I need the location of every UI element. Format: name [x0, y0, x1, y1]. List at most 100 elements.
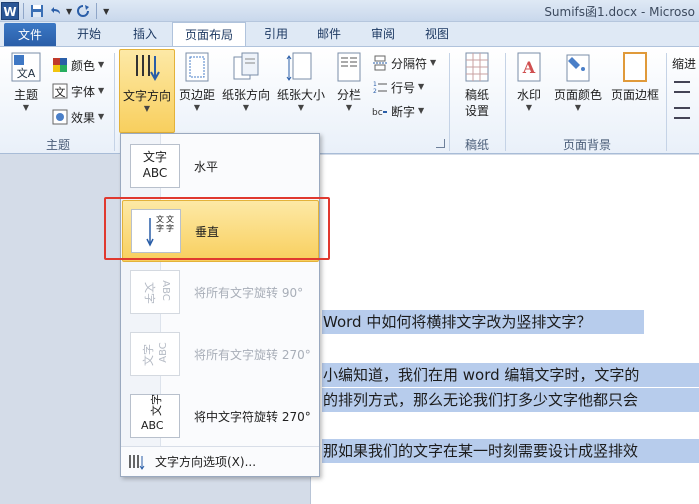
chevron-down-icon: ▼ — [418, 106, 425, 115]
breaks-label: 分隔符 — [391, 56, 428, 71]
watermark-icon: A — [517, 52, 541, 82]
text-direction-small-icon — [129, 455, 145, 470]
document-heading[interactable]: Word 中如何将横排文字改为竖排文字？ — [323, 311, 591, 333]
theme-effects-button[interactable]: 效果 ▼ — [52, 107, 104, 127]
document-paragraph-line[interactable]: 那如果我们的文字在某一时刻需要设计成竖排效 — [323, 440, 638, 462]
icon-text-latin: ABC — [159, 280, 171, 301]
breaks-button[interactable]: 分隔符 ▼ — [372, 53, 436, 73]
icon-text-cjk: 文字 — [143, 282, 156, 304]
theme-colors-button[interactable]: 颜色 ▼ — [52, 55, 104, 75]
indent-label: 缩进 — [672, 56, 697, 71]
ribbon: 文A 主题 ▼ 颜色 ▼ 文 字体 ▼ 效果 ▼ 主题 文字方向 ▼ 页边距 ▼ — [0, 46, 699, 154]
group-label-themes: 主题 — [45, 138, 70, 152]
chevron-down-icon: ▼ — [143, 104, 151, 113]
menu-item-horizontal[interactable]: 文字 ABC 水平 — [122, 136, 319, 198]
manuscript-label-line2: 设置 — [464, 104, 489, 118]
chevron-down-icon: ▼ — [297, 103, 305, 112]
orientation-button[interactable]: 纸张方向 ▼ — [220, 51, 272, 113]
manuscript-settings-button[interactable]: 稿纸 设置 — [457, 51, 497, 119]
columns-icon — [337, 52, 361, 82]
rotate-cjk-270-icon: 文字 ABC — [130, 394, 180, 438]
themes-label: 主题 — [13, 88, 38, 102]
undo-dropdown-icon[interactable]: ▼ — [66, 7, 72, 16]
group-separator — [505, 53, 506, 151]
qat-separator — [96, 3, 98, 19]
menu-item-label: 将所有文字旋转 270° — [194, 348, 311, 362]
watermark-button[interactable]: A 水印 ▼ — [512, 51, 546, 113]
svg-text:1: 1 — [373, 81, 377, 88]
palette-icon — [53, 58, 67, 72]
title-bar: W ▼ ▼ Sumifs函1.docx - Microso — [0, 0, 699, 22]
indent-right-icon[interactable] — [674, 107, 690, 119]
undo-icon[interactable] — [46, 2, 64, 20]
page-color-icon — [566, 54, 590, 82]
chevron-down-icon: ▼ — [430, 58, 437, 67]
page-borders-label: 页面边框 — [610, 88, 659, 102]
text-direction-menu: 文字 ABC 水平 文 字 文 字 垂直 文字 ABC 将所有文字旋转 90° … — [120, 133, 320, 477]
document-paragraph-line[interactable]: 的排列方式，那么无论我们打多少文字他都只会 — [323, 389, 638, 411]
menu-item-label: 将中文字符旋转 270° — [194, 410, 311, 424]
icon-text-latin: ABC — [157, 342, 169, 363]
columns-button[interactable]: 分栏 ▼ — [332, 51, 366, 113]
menu-item-label: 文字方向选项(X)... — [155, 455, 257, 469]
page-setup-launcher-icon[interactable] — [436, 139, 445, 148]
group-separator — [114, 53, 115, 151]
chevron-down-icon: ▼ — [574, 103, 582, 112]
chevron-down-icon: ▼ — [525, 103, 533, 112]
tab-references[interactable]: 引用 — [254, 22, 298, 46]
columns-label: 分栏 — [336, 88, 361, 102]
margins-button[interactable]: 页边距 ▼ — [178, 51, 216, 113]
page-borders-button[interactable]: 页面边框 — [608, 51, 662, 103]
icon-text-latin: ABC — [141, 419, 164, 432]
themes-button[interactable]: 文A 主题 ▼ — [8, 51, 44, 113]
tab-review[interactable]: 审阅 — [360, 22, 406, 46]
hyphenation-button[interactable]: bc 断字 ▼ — [372, 101, 424, 121]
text-direction-button[interactable]: 文字方向 ▼ — [119, 49, 175, 133]
menu-item-rotate-cjk-270[interactable]: 文字 ABC 将中文字符旋转 270° — [122, 386, 319, 448]
tab-insert[interactable]: 插入 — [122, 22, 168, 46]
menu-item-text-direction-options[interactable]: 文字方向选项(X)... — [121, 446, 319, 476]
customize-qat-icon[interactable]: ▼ — [103, 7, 109, 16]
document-paragraph-line[interactable]: 小编知道，我们在用 word 编辑文字时，文字的 — [323, 364, 639, 386]
svg-text:2: 2 — [373, 88, 377, 95]
hyphenation-icon: bc — [372, 108, 387, 118]
tab-home[interactable]: 开始 — [66, 22, 112, 46]
chevron-down-icon: ▼ — [98, 112, 105, 121]
font-icon: 文 — [52, 83, 68, 99]
margins-label: 页边距 — [178, 88, 215, 102]
horizontal-text-icon: 文字 ABC — [130, 144, 180, 188]
chevron-down-icon: ▼ — [22, 103, 30, 112]
page-size-button[interactable]: 纸张大小 ▼ — [275, 51, 327, 113]
theme-effects-label: 效果 — [71, 110, 96, 125]
quick-access-toolbar: W ▼ ▼ — [0, 0, 111, 22]
rotate-90-icon: 文字 ABC — [130, 270, 180, 314]
text-direction-icon — [136, 55, 160, 82]
watermark-label: 水印 — [516, 88, 541, 102]
menu-item-label: 将所有文字旋转 90° — [194, 286, 304, 300]
svg-text:A: A — [522, 58, 536, 77]
document-title: Sumifs函1.docx - Microso — [544, 5, 695, 19]
save-icon[interactable] — [28, 2, 46, 20]
redo-icon[interactable] — [74, 2, 92, 20]
menu-item-rotate-90[interactable]: 文字 ABC 将所有文字旋转 90° — [122, 262, 319, 324]
icon-text-latin: ABC — [142, 166, 168, 180]
tab-view[interactable]: 视图 — [414, 22, 460, 46]
theme-fonts-button[interactable]: 文 字体 ▼ — [52, 81, 104, 101]
tab-page-layout[interactable]: 页面布局 — [172, 22, 246, 47]
manuscript-icon — [465, 52, 489, 82]
icon-text-cjk: 文字 — [142, 150, 167, 164]
line-numbers-label: 行号 — [391, 80, 416, 95]
page-size-icon — [286, 52, 312, 81]
hyphenation-label: 断字 — [391, 104, 416, 119]
menu-item-rotate-270[interactable]: 文字 ABC 将所有文字旋转 270° — [122, 324, 319, 386]
ribbon-tabs: 文件 开始 插入 页面布局 引用 邮件 审阅 视图 — [0, 22, 699, 47]
chevron-down-icon: ▼ — [418, 82, 425, 91]
line-numbers-button[interactable]: 12 行号 ▼ — [372, 77, 424, 97]
svg-text:文: 文 — [55, 85, 66, 99]
chevron-down-icon: ▼ — [193, 103, 201, 112]
indent-left-icon[interactable] — [674, 81, 690, 93]
margins-icon — [185, 52, 209, 82]
page-color-button[interactable]: 页面颜色 ▼ — [552, 51, 604, 113]
tab-file[interactable]: 文件 — [4, 23, 56, 46]
tab-mailings[interactable]: 邮件 — [306, 22, 352, 46]
